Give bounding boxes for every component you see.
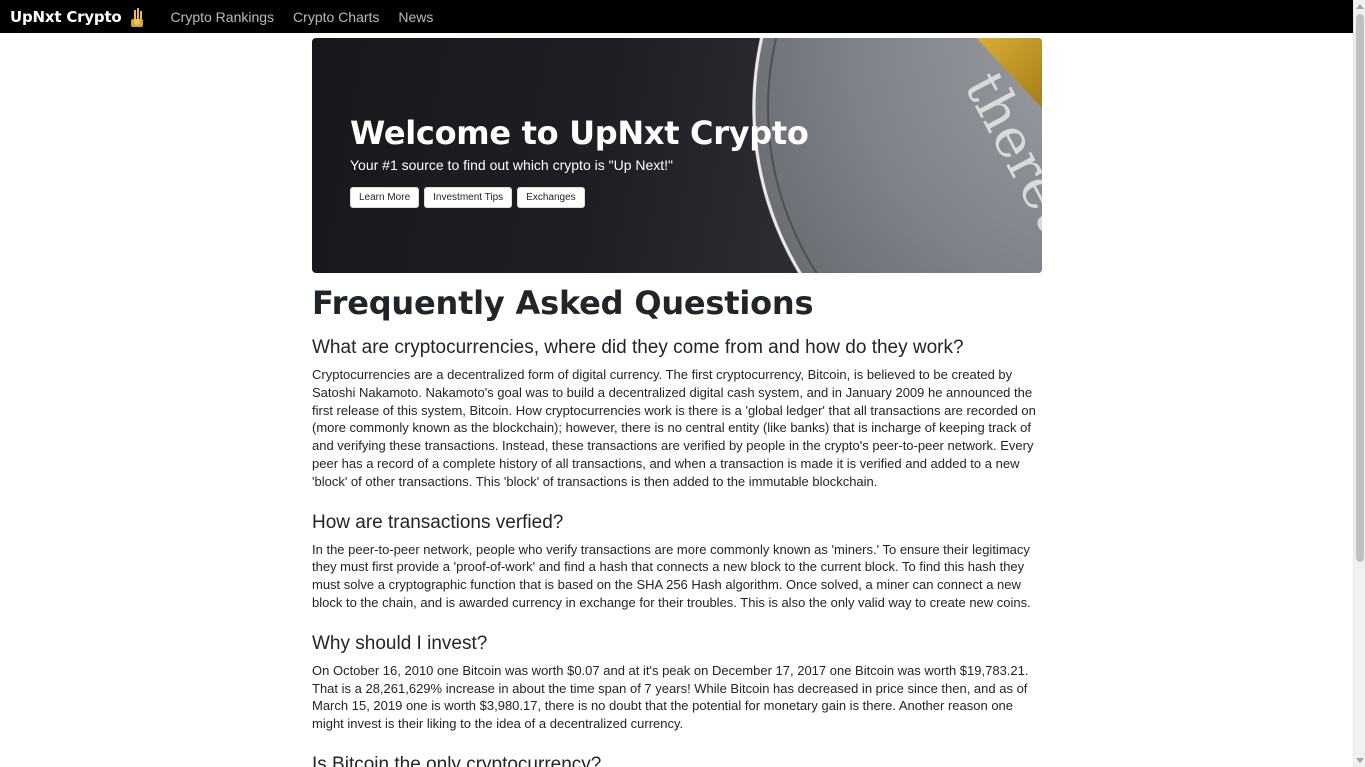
hero-button-group: Learn More Investment Tips Exchanges <box>350 187 590 208</box>
faq-question: How are transactions verfied? <box>312 511 564 533</box>
faq-item: What are cryptocurrencies, where did the… <box>312 336 1042 491</box>
faq-question: What are cryptocurrencies, where did the… <box>312 337 964 358</box>
investment-tips-button[interactable]: Investment Tips <box>424 187 513 208</box>
faq-item: Is Bitcoin the only cryptocurrency? <box>312 753 1042 767</box>
nav-crypto-charts[interactable]: Crypto Charts <box>293 9 379 25</box>
hero-title: Welcome to UpNxt Crypto <box>350 114 809 152</box>
brand-name: UpNxt Crypto <box>10 7 122 26</box>
bitcoin-hand-icon <box>130 7 143 27</box>
faq-item: Why should I invest? On October 16, 2010… <box>312 632 1042 733</box>
learn-more-button[interactable]: Learn More <box>350 187 420 208</box>
ethereum-coin-image: thereum <box>752 38 1042 273</box>
scrollbar-thumb[interactable] <box>1356 14 1364 562</box>
faq-answer: On October 16, 2010 one Bitcoin was wort… <box>312 662 1029 732</box>
faq-item: How are transactions verfied? In the pee… <box>312 511 1042 612</box>
faq-answer: Cryptocurrencies are a decentralized for… <box>312 367 1036 489</box>
page-scrollbar[interactable] <box>1353 0 1365 767</box>
faq-title: Frequently Asked Questions <box>312 284 814 322</box>
scroll-down-arrow-icon[interactable] <box>1356 758 1364 763</box>
brand-link[interactable]: UpNxt Crypto <box>10 6 146 28</box>
exchanges-button[interactable]: Exchanges <box>517 187 585 208</box>
hero-jumbotron: thereum Welcome to UpNxt Crypto Your #1 … <box>312 38 1042 273</box>
nav-news[interactable]: News <box>398 9 433 25</box>
faq-question: Is Bitcoin the only cryptocurrency? <box>312 753 602 767</box>
faq-question: Why should I invest? <box>312 632 488 654</box>
scroll-up-arrow-icon[interactable] <box>1356 4 1364 9</box>
top-navbar: UpNxt Crypto Crypto Rankings Crypto Char… <box>0 0 1353 33</box>
hero-subtitle: Your #1 source to find out which crypto … <box>350 157 674 173</box>
faq-section: Frequently Asked Questions What are cryp… <box>312 283 1042 767</box>
faq-answer: In the peer-to-peer network, people who … <box>312 541 1031 610</box>
nav-crypto-rankings[interactable]: Crypto Rankings <box>171 9 275 25</box>
